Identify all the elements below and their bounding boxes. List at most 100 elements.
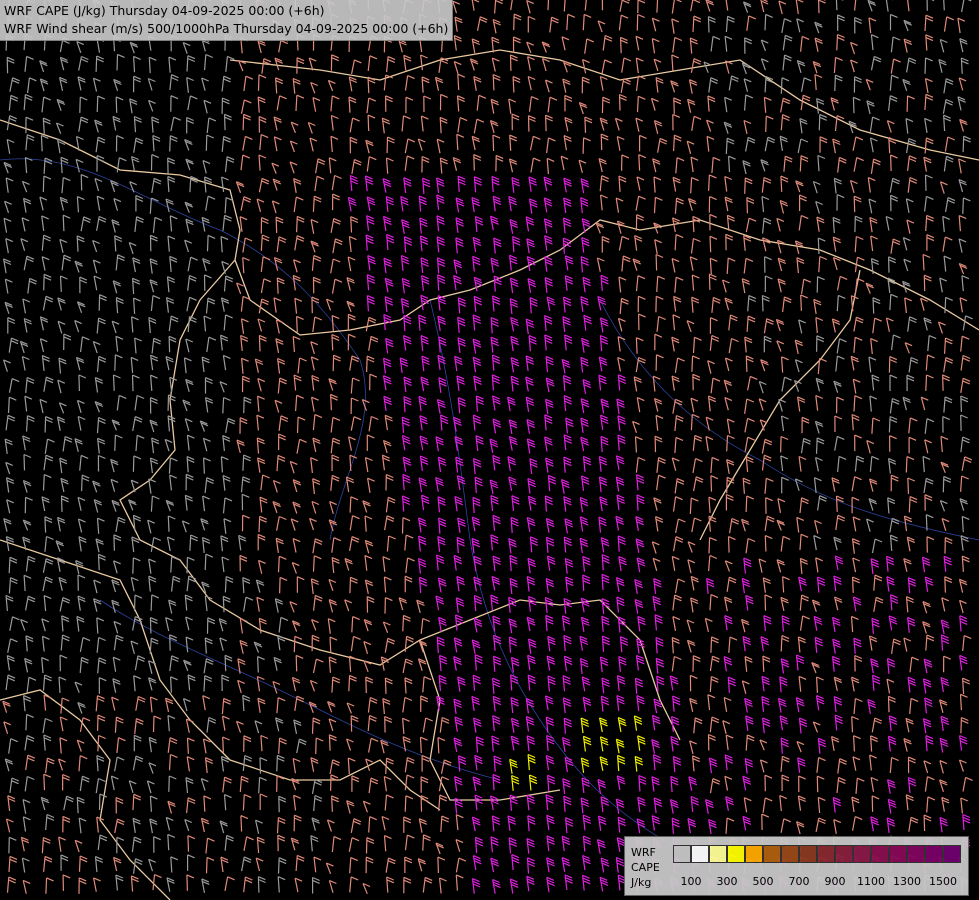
wind-barb-shaft bbox=[115, 96, 118, 113]
wind-barb-shaft bbox=[296, 417, 299, 434]
wind-barb-shaft bbox=[944, 297, 947, 314]
wind-barb-shaft bbox=[329, 637, 332, 653]
wind-barb-shaft bbox=[834, 75, 836, 92]
wind-barb-shaft bbox=[582, 137, 585, 154]
wind-barb-shaft bbox=[203, 457, 205, 474]
wind-barb-shaft bbox=[727, 536, 730, 553]
wind-barb-shaft bbox=[80, 174, 83, 191]
wind-barb-shaft bbox=[673, 135, 675, 152]
wind-barb-shaft bbox=[257, 74, 260, 91]
wind-barb-shaft bbox=[8, 557, 11, 574]
wind-barb-shaft bbox=[817, 238, 820, 255]
wind-barb-shaft bbox=[601, 97, 604, 114]
wind-barb-shaft bbox=[764, 535, 767, 552]
wind-barb-shaft bbox=[635, 337, 638, 354]
wind-barb-shaft bbox=[636, 96, 639, 113]
wind-barb-shaft bbox=[817, 0, 820, 14]
wind-barb-shaft bbox=[132, 455, 135, 472]
wind-barb-shaft bbox=[815, 437, 818, 454]
wind-barb-shaft bbox=[95, 55, 98, 72]
wind-barb-shaft bbox=[349, 577, 352, 594]
wind-barb-shaft bbox=[745, 496, 748, 513]
wind-barb-shaft bbox=[673, 97, 675, 114]
wind-barb-shaft bbox=[62, 215, 65, 232]
wind-barb-shaft bbox=[655, 254, 658, 271]
wind-barb-shaft bbox=[132, 557, 134, 574]
wind-barb-shaft bbox=[907, 477, 910, 494]
wind-barb-shaft bbox=[709, 236, 712, 253]
wind-barb-shaft bbox=[366, 356, 368, 373]
wind-barb-shaft bbox=[492, 135, 495, 152]
wind-barb-shaft bbox=[204, 554, 207, 571]
wind-barb-shaft bbox=[296, 316, 298, 333]
wind-barb-shaft bbox=[710, 636, 713, 653]
wind-barb-shaft bbox=[23, 454, 26, 471]
wind-barb-shaft bbox=[852, 97, 855, 114]
wind-barb-shaft bbox=[710, 475, 713, 492]
wind-barb-shaft bbox=[764, 14, 767, 31]
wind-barb-shaft bbox=[59, 275, 62, 292]
wind-barb-shaft bbox=[78, 374, 80, 392]
wind-barb-shaft bbox=[942, 374, 944, 391]
wind-barb-shaft bbox=[835, 0, 838, 11]
wind-barb-shaft bbox=[112, 374, 115, 391]
wind-barb-shaft bbox=[799, 155, 802, 172]
wind-barb-shaft bbox=[258, 516, 261, 533]
wind-barb-shaft bbox=[473, 154, 475, 171]
wind-barb-shaft bbox=[962, 136, 965, 153]
wind-barb-shaft bbox=[40, 135, 43, 152]
wind-barb-shaft bbox=[189, 534, 192, 551]
wind-barb-shaft bbox=[924, 57, 927, 74]
wind-barb-shaft bbox=[7, 397, 10, 414]
wind-barb-shaft bbox=[513, 14, 515, 31]
wind-barb-shaft bbox=[79, 96, 81, 113]
wind-barb-shaft bbox=[547, 0, 550, 11]
wind-barb-shaft bbox=[205, 134, 208, 151]
wind-barb-shaft bbox=[44, 416, 47, 433]
wind-barb-shaft bbox=[114, 434, 116, 451]
wind-barb-shaft bbox=[944, 576, 946, 593]
wind-barb-shaft bbox=[691, 355, 694, 372]
wind-barb-shaft bbox=[367, 115, 370, 132]
wind-barb-shaft bbox=[764, 594, 767, 611]
wind-barb-shaft bbox=[131, 375, 134, 392]
wind-barb-shaft bbox=[293, 636, 296, 653]
wind-barb-shaft bbox=[169, 135, 171, 152]
weather-map bbox=[0, 0, 979, 900]
wind-barb-shaft bbox=[746, 197, 748, 214]
wind-barb-shaft bbox=[708, 274, 711, 291]
wind-barb-shaft bbox=[76, 235, 79, 252]
wind-barb-shaft bbox=[925, 514, 928, 531]
wind-barb-shaft bbox=[242, 454, 245, 471]
wind-barb-shaft bbox=[708, 537, 711, 554]
wind-barb-shaft bbox=[150, 594, 153, 611]
wind-barb-shaft bbox=[81, 475, 83, 492]
wind-barb-shaft bbox=[638, 154, 641, 171]
wind-barb-shaft bbox=[206, 235, 209, 252]
wind-barb-shaft bbox=[167, 515, 170, 532]
wind-barb-shaft bbox=[962, 197, 964, 214]
wind-barb-shaft bbox=[279, 577, 281, 594]
wind-barb-shaft bbox=[133, 595, 136, 612]
wind-barb-shaft bbox=[908, 496, 911, 513]
wind-barb-shaft bbox=[726, 435, 729, 452]
wind-barb-shaft bbox=[116, 54, 119, 71]
wind-barb-shaft bbox=[44, 516, 47, 533]
wind-barb-shaft bbox=[905, 456, 908, 473]
wind-barb-shaft bbox=[780, 176, 783, 192]
wind-barb-shaft bbox=[765, 116, 767, 133]
wind-barb-shaft bbox=[312, 555, 315, 572]
wind-barb-shaft bbox=[43, 274, 45, 291]
wind-barb-shaft bbox=[169, 634, 171, 651]
wind-barb-shaft bbox=[296, 216, 298, 233]
wind-barb-shaft bbox=[243, 397, 245, 414]
wind-barb-shaft bbox=[224, 576, 227, 593]
wind-barb-shaft bbox=[924, 174, 927, 191]
wind-barb-shaft bbox=[906, 95, 909, 112]
wind-barb-shaft bbox=[402, 615, 405, 632]
wind-barb-shaft bbox=[331, 334, 334, 351]
wind-barb-shaft bbox=[726, 477, 728, 494]
wind-barb-shaft bbox=[401, 517, 404, 534]
wind-barb-shaft bbox=[942, 476, 945, 493]
wind-barb-shaft bbox=[277, 556, 280, 573]
